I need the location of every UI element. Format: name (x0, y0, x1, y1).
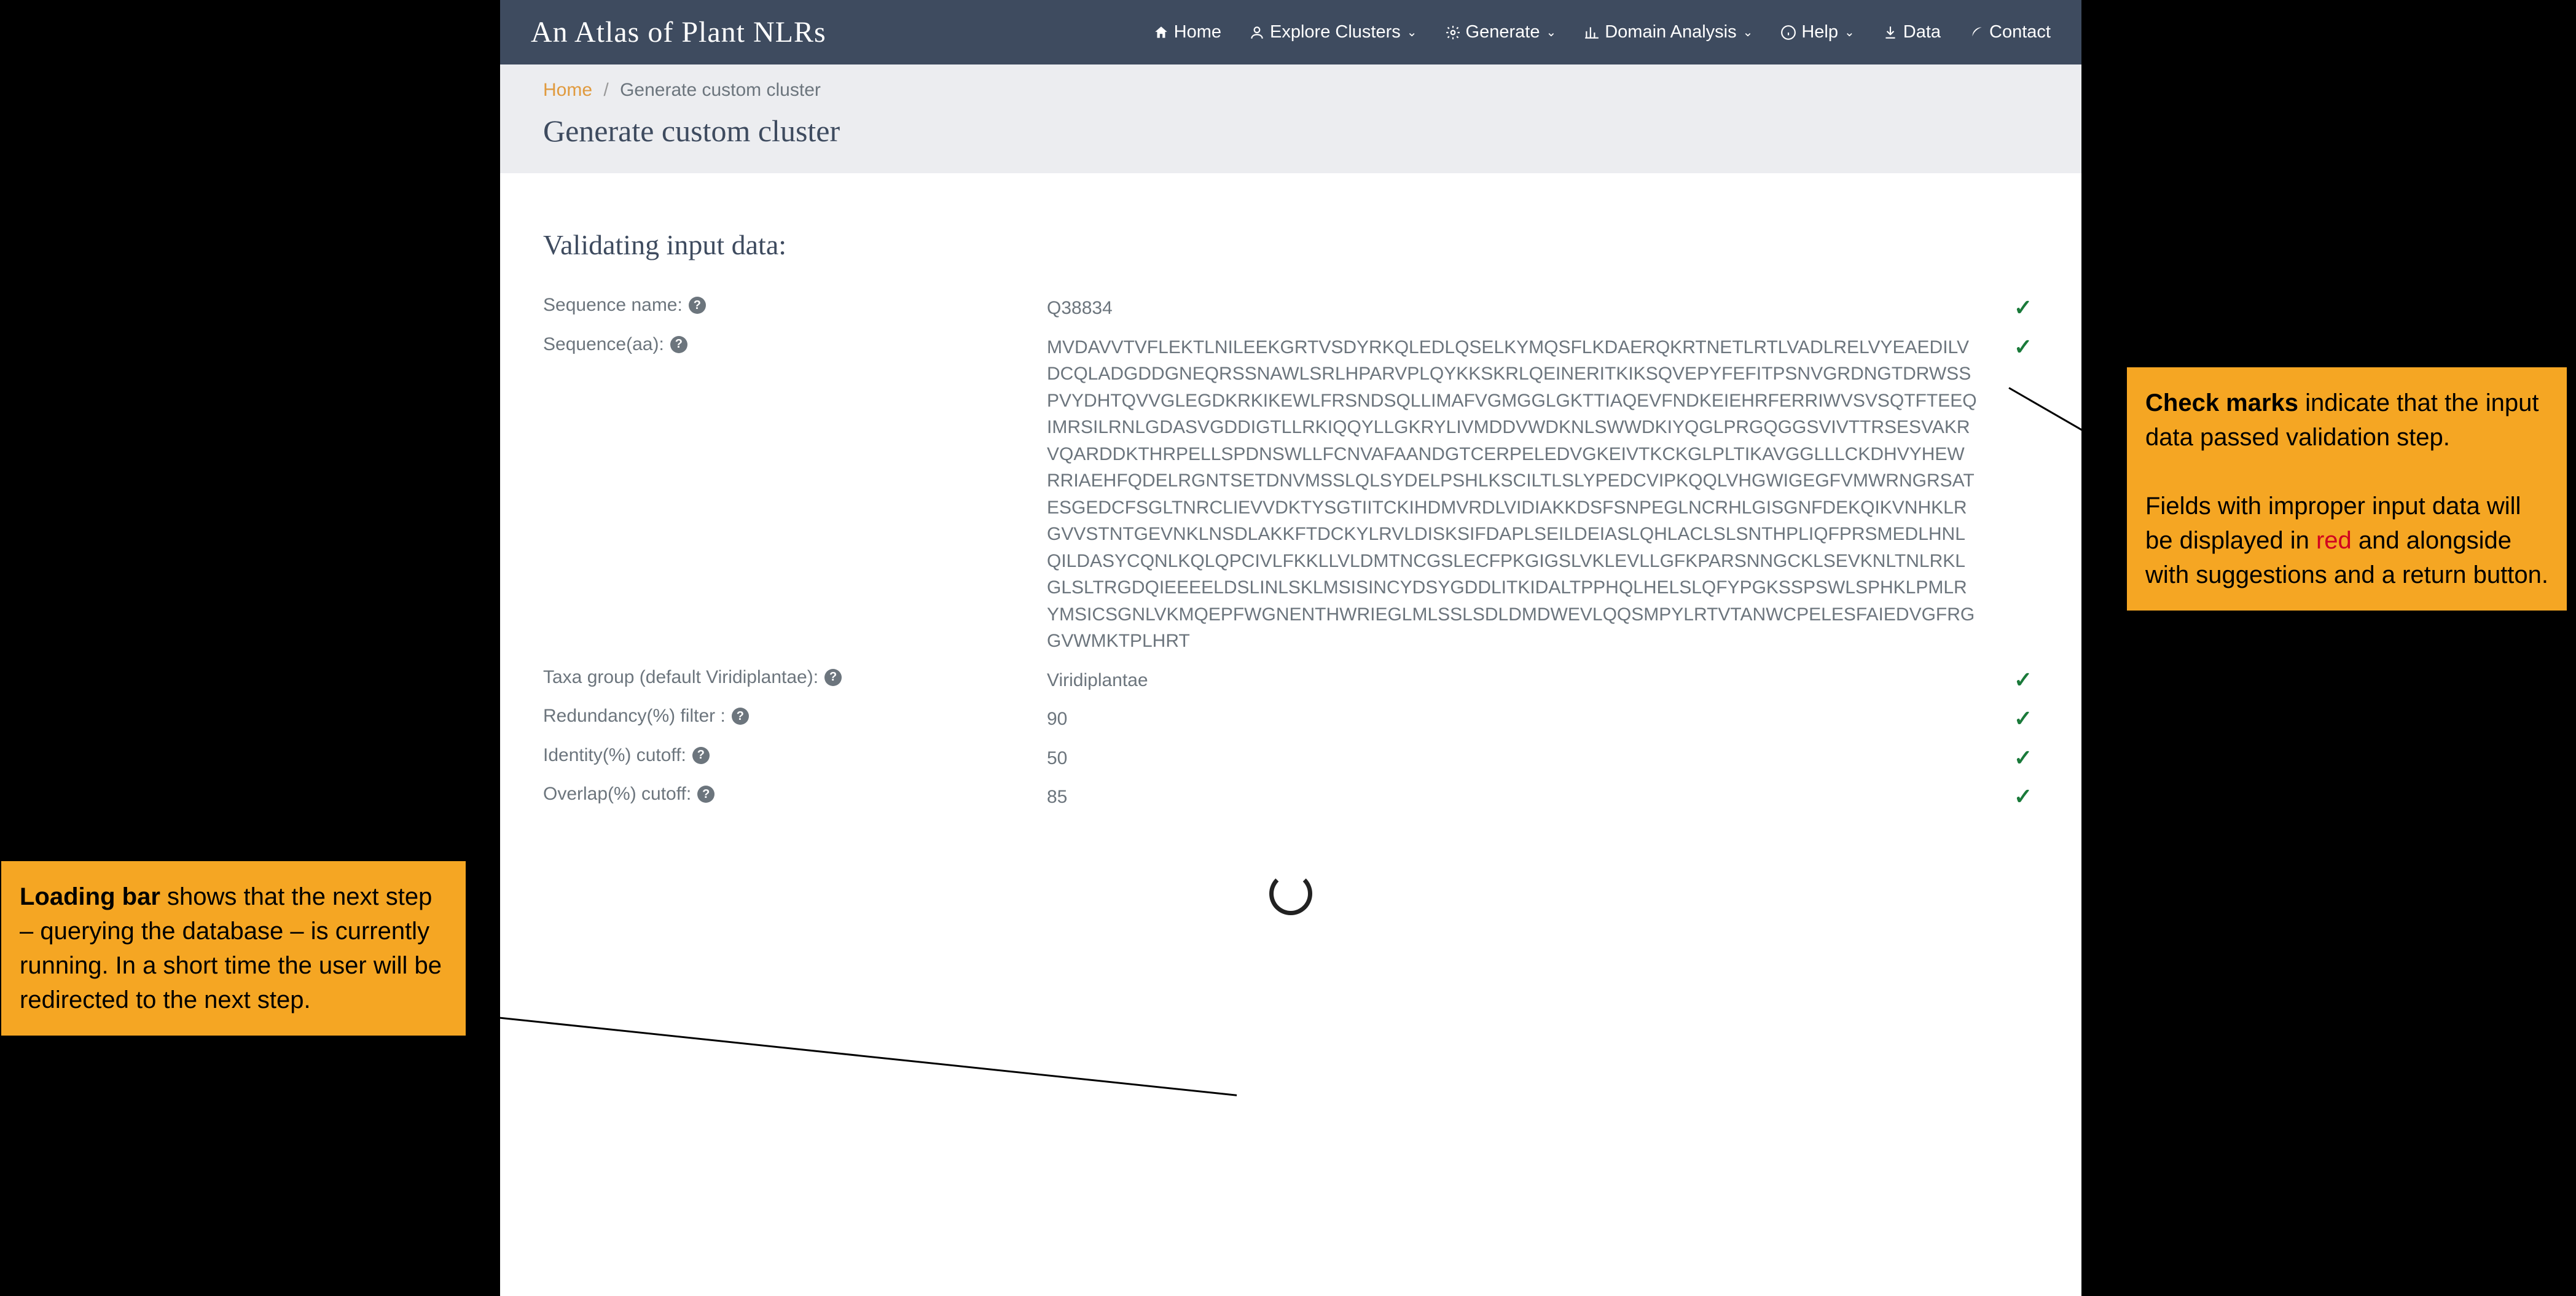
gear-icon (1445, 25, 1461, 41)
person-icon (1249, 25, 1265, 41)
breadcrumb-home[interactable]: Home (543, 80, 592, 100)
label-text: Identity(%) cutoff: (543, 745, 686, 766)
nav-data-label: Data (1903, 22, 1941, 42)
info-icon (1780, 25, 1796, 41)
section-title: Validating input data: (543, 228, 2038, 261)
field-label: Sequence name: ? (543, 295, 1047, 316)
help-icon[interactable]: ? (824, 669, 842, 686)
loading-spinner-wrap (543, 872, 2038, 918)
nav-generate[interactable]: Generate ⌄ (1445, 22, 1557, 42)
breadcrumb-sep: / (603, 80, 608, 100)
help-icon[interactable]: ? (697, 786, 714, 803)
content: Validating input data: Sequence name: ? … (500, 173, 2081, 943)
chart-icon (1584, 25, 1600, 41)
chevron-down-icon: ⌄ (1546, 25, 1556, 40)
check-icon: ✓ (2014, 295, 2038, 321)
check-icon: ✓ (2014, 784, 2038, 810)
callout-red: red (2316, 527, 2352, 554)
help-icon[interactable]: ? (732, 708, 749, 725)
loading-spinner-icon (1269, 872, 1312, 915)
nav-items: Home Explore Clusters ⌄ Generate ⌄ Domai… (1153, 22, 2051, 42)
help-icon[interactable]: ? (689, 297, 706, 314)
callout-loading: Loading bar shows that the next step – q… (0, 860, 467, 1037)
help-icon[interactable]: ? (670, 336, 687, 353)
download-icon (1882, 25, 1898, 41)
field-value: Viridiplantae (1047, 667, 2014, 694)
check-icon: ✓ (2014, 334, 2038, 360)
nav-data[interactable]: Data (1882, 22, 1941, 42)
label-text: Sequence(aa): (543, 334, 664, 355)
field-value: Q38834 (1047, 295, 2014, 322)
label-text: Redundancy(%) filter : (543, 706, 726, 727)
nav-explore[interactable]: Explore Clusters ⌄ (1249, 22, 1417, 42)
nav-home[interactable]: Home (1153, 22, 1221, 42)
navbar: An Atlas of Plant NLRs Home Explore Clus… (500, 0, 2081, 64)
label-text: Sequence name: (543, 295, 683, 316)
nav-domain[interactable]: Domain Analysis ⌄ (1584, 22, 1753, 42)
field-label: Sequence(aa): ? (543, 334, 1047, 355)
field-overlap: Overlap(%) cutoff: ? 85 ✓ (543, 784, 2038, 811)
label-text: Taxa group (default Viridiplantae): (543, 667, 818, 688)
field-label: Redundancy(%) filter : ? (543, 706, 1047, 727)
callout-checkmarks: Check marks indicate that the input data… (2126, 366, 2568, 612)
field-value: 50 (1047, 745, 2014, 772)
nav-help-label: Help (1801, 22, 1838, 42)
help-icon[interactable]: ? (692, 747, 710, 764)
label-text: Overlap(%) cutoff: (543, 784, 691, 805)
field-seq-name: Sequence name: ? Q38834 ✓ (543, 295, 2038, 322)
nav-home-label: Home (1174, 22, 1221, 42)
chevron-down-icon: ⌄ (1407, 25, 1417, 40)
home-icon (1153, 25, 1169, 41)
nav-domain-label: Domain Analysis (1605, 22, 1736, 42)
check-icon: ✓ (2014, 745, 2038, 771)
page-title: Generate custom cluster (543, 113, 2038, 149)
field-identity: Identity(%) cutoff: ? 50 ✓ (543, 745, 2038, 772)
app-window: An Atlas of Plant NLRs Home Explore Clus… (500, 0, 2081, 1296)
field-label: Overlap(%) cutoff: ? (543, 784, 1047, 805)
nav-contact[interactable]: Contact (1968, 22, 2051, 42)
leaf-icon (1968, 25, 1984, 41)
nav-generate-label: Generate (1466, 22, 1540, 42)
breadcrumb-bar: Home / Generate custom cluster Generate … (500, 64, 2081, 173)
field-value: 85 (1047, 784, 2014, 811)
nav-help[interactable]: Help ⌄ (1780, 22, 1854, 42)
brand-title: An Atlas of Plant NLRs (531, 15, 826, 49)
field-taxa: Taxa group (default Viridiplantae): ? Vi… (543, 667, 2038, 694)
field-value: MVDAVVTVFLEKTLNILEEKGRTVSDYRKQLEDLQSELKY… (1047, 334, 2014, 655)
check-icon: ✓ (2014, 667, 2038, 693)
check-icon: ✓ (2014, 706, 2038, 732)
nav-explore-label: Explore Clusters (1270, 22, 1401, 42)
field-value: 90 (1047, 706, 2014, 733)
chevron-down-icon: ⌄ (1844, 25, 1855, 40)
breadcrumb: Home / Generate custom cluster (543, 80, 2038, 101)
field-label: Taxa group (default Viridiplantae): ? (543, 667, 1047, 688)
nav-contact-label: Contact (1989, 22, 2051, 42)
callout-bold: Loading bar (20, 883, 160, 910)
field-seq-aa: Sequence(aa): ? MVDAVVTVFLEKTLNILEEKGRTV… (543, 334, 2038, 655)
chevron-down-icon: ⌄ (1743, 25, 1753, 40)
breadcrumb-current: Generate custom cluster (620, 80, 821, 100)
field-redundancy: Redundancy(%) filter : ? 90 ✓ (543, 706, 2038, 733)
field-label: Identity(%) cutoff: ? (543, 745, 1047, 766)
callout-bold: Check marks (2145, 389, 2298, 416)
